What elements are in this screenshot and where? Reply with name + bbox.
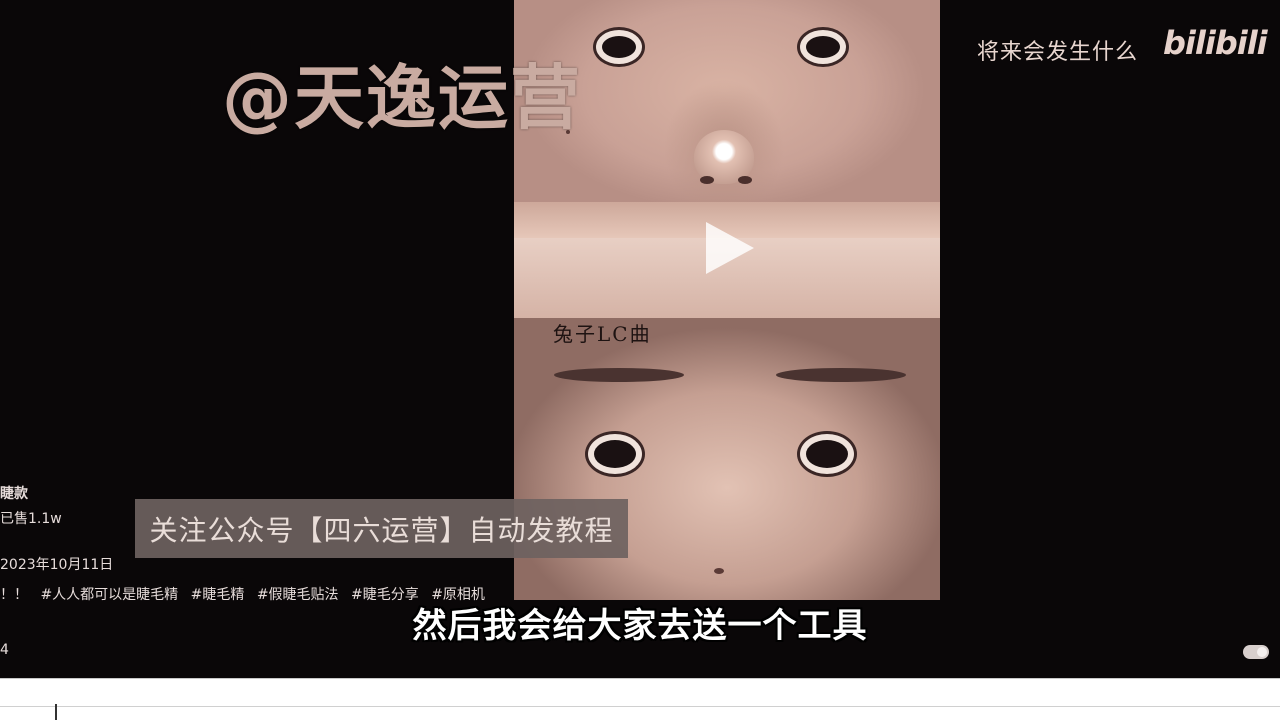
right-brow bbox=[776, 368, 906, 382]
post-date: 2023年10月11日 bbox=[0, 557, 114, 573]
bottom-divider bbox=[0, 706, 1280, 707]
watermark-handle: @天逸运营 bbox=[222, 57, 582, 139]
nostril-left bbox=[700, 176, 714, 184]
bilibili-logo: bilibili bbox=[1163, 24, 1268, 62]
left-brow bbox=[554, 368, 684, 382]
notice-banner: 关注公众号【四六运营】自动发教程 bbox=[135, 499, 628, 558]
toggle-switch[interactable] bbox=[1243, 645, 1269, 659]
left-eye-closeup bbox=[594, 440, 636, 468]
left-eye bbox=[602, 36, 636, 58]
post-sales: 已售1.1w bbox=[0, 511, 62, 527]
handwritten-note: 兔子LC曲 bbox=[553, 322, 652, 346]
right-eye bbox=[806, 36, 840, 58]
play-icon[interactable] bbox=[706, 222, 754, 274]
right-eye-closeup bbox=[806, 440, 848, 468]
video-subtitle: 然后我会给大家去送一个工具 bbox=[412, 606, 868, 646]
nostril-right bbox=[738, 176, 752, 184]
notice-text: 关注公众号【四六运营】自动发教程 bbox=[149, 513, 614, 547]
top-right-caption: 将来会发生什么 bbox=[977, 40, 1139, 65]
bottom-bar bbox=[0, 678, 1280, 721]
bottom-handle[interactable] bbox=[55, 704, 57, 720]
post-title: 睫款 bbox=[0, 486, 28, 502]
video-player[interactable]: 兔子LC曲 @天逸运营 将来会发生什么 bilibili 关注公众号【四六运营】… bbox=[0, 0, 1280, 678]
nose-tip bbox=[714, 568, 724, 574]
